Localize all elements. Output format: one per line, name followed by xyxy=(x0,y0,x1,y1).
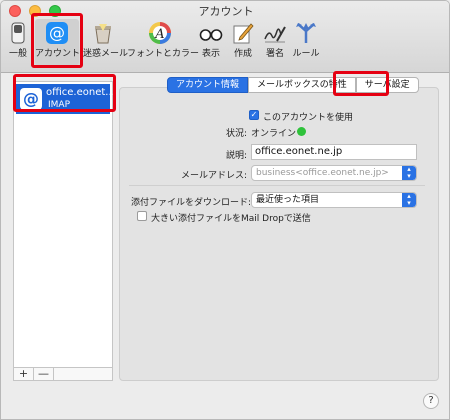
help-button[interactable]: ? xyxy=(423,393,439,409)
email-address-select[interactable]: business<office.eonet.ne.jp> ▴ ▾ xyxy=(251,165,417,181)
online-status-indicator xyxy=(297,127,306,136)
toolbar-composing[interactable]: 作成 xyxy=(229,19,257,65)
preferences-window: アカウント 一般 @ アカウント 迷惑メール A フォントとカラー 表示 作成 xyxy=(0,0,450,420)
toolbar-general-label: 一般 xyxy=(8,49,27,59)
font-color-icon: A xyxy=(149,22,171,44)
toolbar-signatures[interactable]: 署名 xyxy=(261,19,289,65)
toolbar-fonts-colors[interactable]: A フォントとカラー xyxy=(127,19,200,65)
remove-account-button[interactable]: — xyxy=(34,368,54,380)
email-address-value: business<office.eonet.ne.jp> xyxy=(256,168,389,178)
download-attachments-select[interactable]: 最近使った項目 ▴ ▾ xyxy=(251,192,417,208)
tab-account-info[interactable]: アカウント情報 xyxy=(167,77,249,93)
toolbar-rules[interactable]: ルール xyxy=(291,19,321,65)
glasses-icon xyxy=(199,29,223,41)
mail-drop-label: 大きい添付ファイルをMail Dropで送信 xyxy=(151,214,311,224)
toolbar-rules-label: ルール xyxy=(292,49,320,59)
download-attachments-value: 最近使った項目 xyxy=(256,195,320,205)
description-label: 説明: xyxy=(225,151,247,161)
toolbar-junk-mail-label: 迷惑メール xyxy=(83,49,129,59)
add-account-button[interactable]: + xyxy=(14,368,34,380)
accounts-highlight-box xyxy=(31,13,83,68)
junk-mail-icon xyxy=(95,24,111,44)
status-label: 状況: xyxy=(225,129,247,139)
titlebar: アカウント 一般 @ アカウント 迷惑メール A フォントとカラー 表示 作成 xyxy=(1,1,449,73)
toolbar-composing-label: 作成 xyxy=(233,49,252,59)
email-address-label: メールアドレス: xyxy=(180,171,247,181)
toolbar-junk-mail[interactable]: 迷惑メール xyxy=(83,19,129,65)
compose-icon xyxy=(233,23,254,44)
toolbar-viewing[interactable]: 表示 xyxy=(197,19,225,65)
account-list: @ office.eonet... IMAP xyxy=(13,81,115,381)
toolbar-viewing-label: 表示 xyxy=(201,49,220,59)
status-value: オンライン xyxy=(251,129,297,139)
toolbar-general[interactable]: 一般 xyxy=(5,19,31,65)
description-field[interactable]: office.eonet.ne.jp xyxy=(251,144,417,160)
account-highlight-box xyxy=(13,74,116,112)
toolbar-signatures-label: 署名 xyxy=(265,49,284,59)
toolbar-fonts-colors-label: フォントとカラー xyxy=(127,49,200,59)
signature-icon xyxy=(264,26,286,43)
select-arrows-icon: ▴ ▾ xyxy=(402,193,416,207)
svg-text:A: A xyxy=(154,27,164,42)
select-arrows-icon: ▴ ▾ xyxy=(402,166,416,180)
divider xyxy=(129,185,425,186)
switch-icon xyxy=(11,22,25,44)
account-list-footer: + — xyxy=(13,367,113,381)
enable-account-label: このアカウントを使用 xyxy=(263,113,354,123)
server-settings-highlight-box xyxy=(333,71,389,96)
mail-drop-checkbox[interactable] xyxy=(137,211,147,221)
enable-account-checkbox[interactable]: ✓ xyxy=(249,110,259,120)
rules-icon xyxy=(296,23,316,43)
download-attachments-label: 添付ファイルをダウンロード: xyxy=(131,198,252,208)
